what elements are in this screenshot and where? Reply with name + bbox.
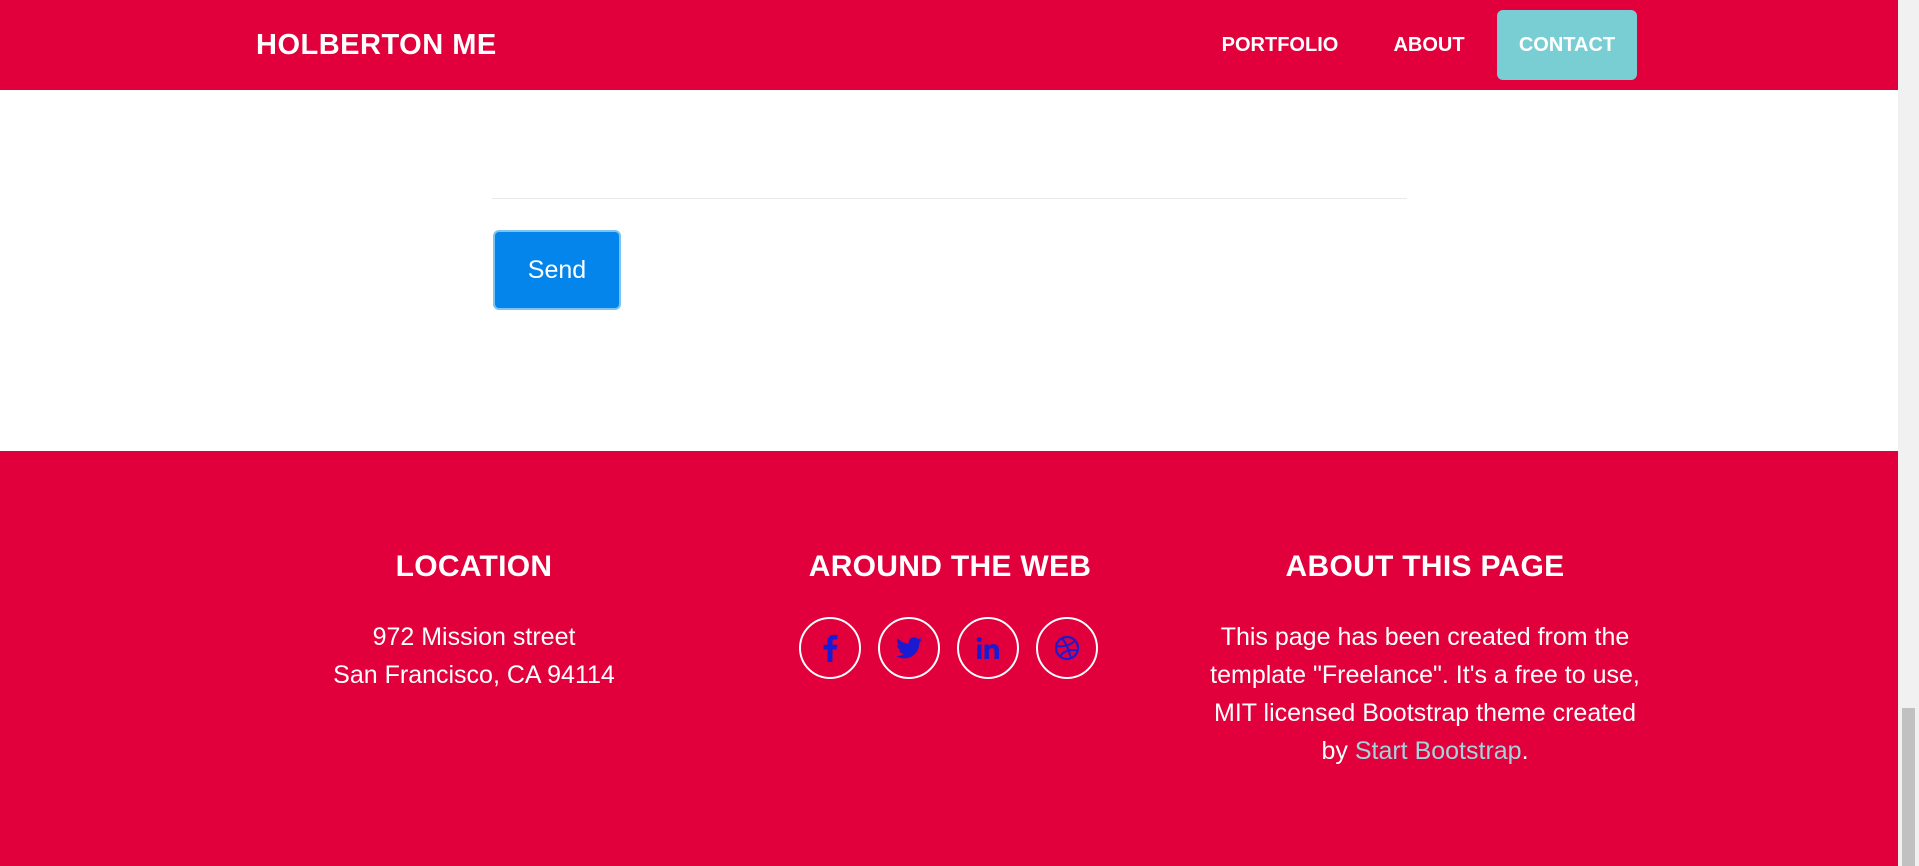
start-bootstrap-link[interactable]: Start Bootstrap — [1355, 737, 1522, 765]
location-heading: LOCATION — [395, 550, 553, 583]
facebook-button[interactable] — [799, 617, 861, 679]
dribbble-icon — [1054, 635, 1080, 661]
send-button[interactable]: Send — [493, 230, 621, 310]
nav-portfolio[interactable]: PORTFOLIO — [1200, 10, 1360, 80]
about-text: This page has been created from the temp… — [1210, 618, 1640, 770]
footer: LOCATION 972 Mission street San Francisc… — [0, 451, 1898, 866]
dribbble-button[interactable] — [1036, 617, 1098, 679]
linkedin-icon — [976, 636, 999, 659]
linkedin-button[interactable] — [957, 617, 1019, 679]
about-heading: ABOUT THIS PAGE — [1285, 550, 1565, 583]
brand-logo[interactable]: HOLBERTON ME — [256, 0, 497, 90]
about-period: . — [1521, 737, 1529, 765]
address-line-2: San Francisco, CA 94114 — [333, 661, 615, 689]
address-line-1: 972 Mission street — [372, 623, 576, 651]
social-links — [799, 617, 1101, 681]
nav-contact[interactable]: CONTACT — [1497, 10, 1637, 80]
web-heading: AROUND THE WEB — [808, 550, 1092, 583]
navbar: HOLBERTON ME PORTFOLIO ABOUT CONTACT — [0, 0, 1898, 90]
nav-about[interactable]: ABOUT — [1378, 10, 1480, 80]
location-address: 972 Mission street San Francisco, CA 941… — [324, 618, 624, 694]
form-input-underline — [492, 198, 1407, 199]
facebook-icon — [823, 634, 838, 662]
twitter-icon — [896, 637, 922, 659]
twitter-button[interactable] — [878, 617, 940, 679]
scrollbar-thumb[interactable] — [1902, 708, 1915, 866]
page: HOLBERTON ME PORTFOLIO ABOUT CONTACT Sen… — [0, 0, 1919, 866]
